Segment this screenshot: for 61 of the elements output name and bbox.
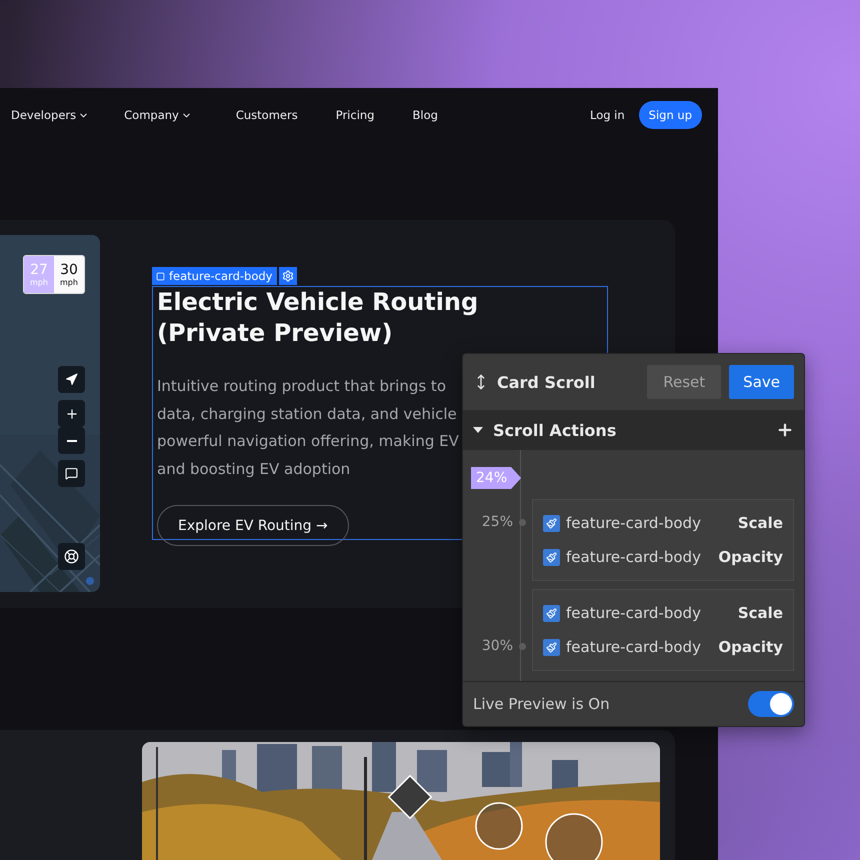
card-description: and boosting EV adoption (157, 458, 352, 480)
brush-icon (546, 552, 557, 562)
nav-link[interactable]: Pricing (336, 108, 374, 122)
action-target: feature-card-body (566, 638, 702, 656)
chat-button[interactable] (58, 460, 85, 487)
nav-link[interactable]: Developers (11, 108, 90, 122)
card-title: Electric Vehicle Routing (157, 287, 480, 318)
action-type: Scale (738, 604, 783, 622)
plus-icon[interactable] (776, 421, 794, 439)
percent-label: 25% (482, 514, 513, 530)
timeline-dot (519, 642, 526, 650)
live-preview-label: Live Preview is On (473, 695, 610, 713)
minus-icon (66, 440, 76, 442)
action-target: feature-card-body (566, 548, 702, 566)
checkbox[interactable] (543, 548, 560, 566)
locate-button[interactable] (58, 366, 85, 393)
action-target: feature-card-body (566, 514, 702, 532)
explore-button[interactable]: Explore EV Routing → (157, 505, 349, 546)
chat-icon (65, 467, 78, 480)
selection-label: feature-card-body (169, 269, 272, 283)
reset-button[interactable]: Reset (647, 365, 722, 399)
nav-link[interactable]: Customers (236, 108, 298, 122)
settings-button[interactable] (279, 267, 298, 285)
speed-unit: mph (60, 278, 78, 286)
checkbox[interactable] (543, 638, 560, 656)
card-title: (Private Preview) (157, 318, 394, 349)
brush-icon (546, 608, 557, 618)
speed-unit: mph (30, 278, 48, 286)
brush-icon (546, 642, 557, 652)
section-header[interactable]: Scroll Actions (463, 410, 804, 450)
card-description: powerful navigation offering, making EV (157, 431, 460, 452)
panel-title: Card Scroll (497, 372, 596, 392)
login-link[interactable]: Log in (590, 108, 625, 122)
action-type: Opacity (718, 638, 783, 656)
checkbox[interactable] (543, 604, 560, 622)
signup-button[interactable]: Sign up (638, 101, 702, 129)
current-speed: 27 (30, 262, 48, 276)
percent-label: 30% (482, 638, 513, 654)
section-title: Scroll Actions (493, 420, 618, 440)
save-button[interactable]: Save (729, 365, 794, 399)
zoom-in-button[interactable] (58, 400, 85, 427)
action-type: Scale (738, 514, 783, 532)
action-target: feature-card-body (566, 604, 702, 622)
brush-icon (546, 518, 557, 528)
speed-limit: 30 (60, 262, 78, 276)
action-type: Opacity (718, 548, 783, 566)
nav-link[interactable]: Blog (412, 108, 438, 122)
card-description: data, charging station data, and vehicle (157, 404, 458, 424)
navigation-arrow-icon (65, 373, 78, 386)
element-icon (156, 272, 165, 280)
card-description: Intuitive routing product that brings to (157, 376, 447, 397)
zoom-out-button[interactable] (58, 427, 85, 454)
steering-wheel-icon (64, 549, 79, 564)
timeline-dot (519, 518, 526, 526)
settings-icon (282, 270, 294, 282)
live-preview-toggle[interactable] (748, 691, 794, 717)
selection-badge[interactable]: feature-card-body (152, 267, 278, 285)
checkbox[interactable] (543, 514, 560, 532)
plus-icon (64, 406, 78, 420)
steering-button[interactable] (58, 543, 85, 570)
nav-link[interactable]: Company (124, 108, 192, 122)
